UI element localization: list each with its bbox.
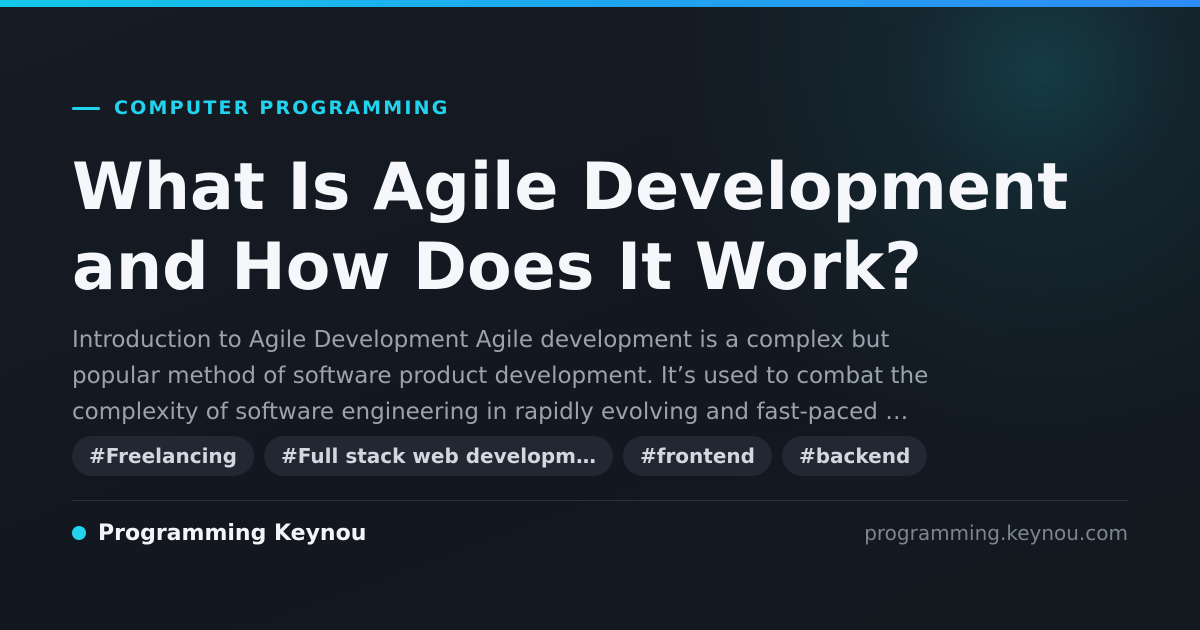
title-line-2: and How Does It Work? (72, 230, 922, 305)
brand: Programming Keynou (72, 521, 366, 546)
title-line-1: What Is Agile Development (72, 150, 1069, 225)
article-title: What Is Agile Development and How Does I… (72, 148, 1152, 308)
tag-backend: #backend (781, 436, 928, 476)
category-label: COMPUTER PROGRAMMING (114, 97, 450, 119)
footer-divider (72, 500, 1128, 501)
footer: Programming Keynou programming.keynou.co… (72, 516, 1128, 550)
excerpt-line-1: Introduction to Agile Development Agile … (72, 327, 890, 353)
brand-name: Programming Keynou (98, 520, 367, 546)
excerpt-line-2: popular method of software product devel… (72, 363, 929, 389)
tag-frontend: #frontend (622, 436, 772, 476)
site-domain: programming.keynou.com (864, 521, 1128, 545)
category-eyebrow: COMPUTER PROGRAMMING (72, 96, 450, 120)
accent-line-icon (72, 106, 100, 110)
tag-list: #Freelancing #Full stack web developm… #… (72, 436, 928, 476)
tag-freelancing: #Freelancing (72, 436, 254, 476)
tag-full-stack: #Full stack web developm… (264, 436, 613, 476)
brand-dot-icon (72, 526, 86, 540)
article-excerpt: Introduction to Agile Development Agile … (72, 322, 1072, 430)
card-content: COMPUTER PROGRAMMING What Is Agile Devel… (72, 0, 1128, 630)
excerpt-line-3: complexity of software engineering in ra… (72, 399, 909, 425)
